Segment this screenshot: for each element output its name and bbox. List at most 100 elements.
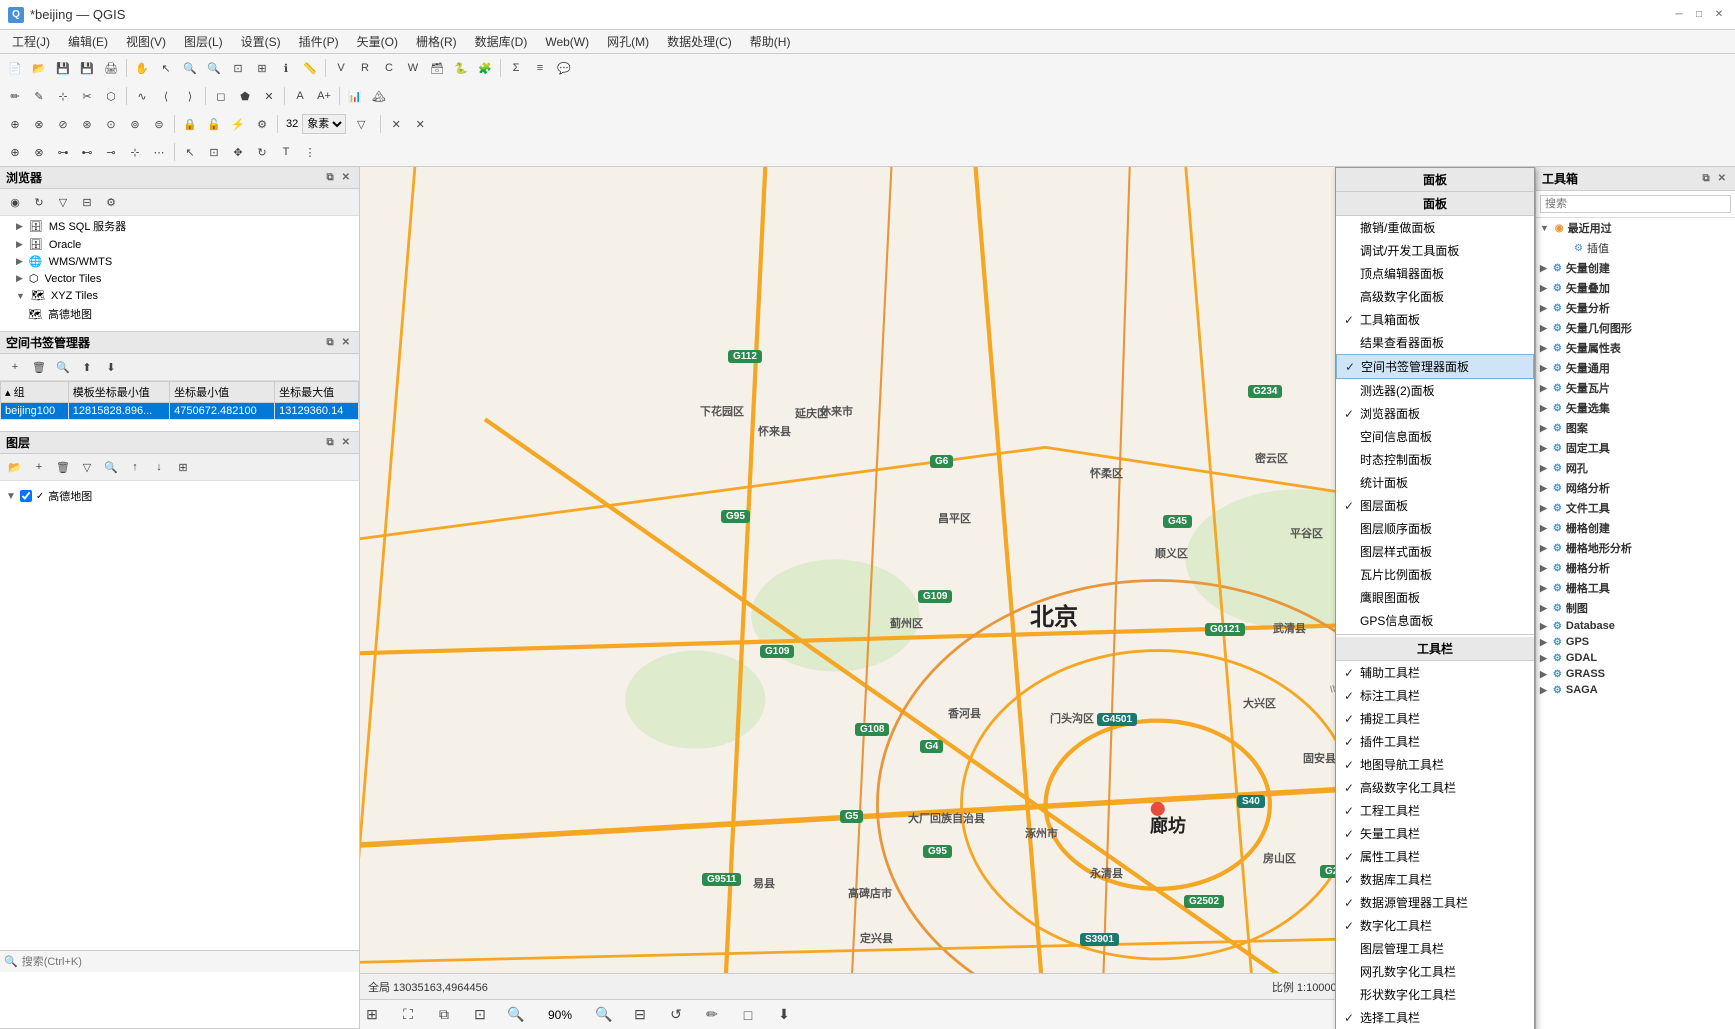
plugin-manager-btn[interactable]: 🧩	[474, 57, 496, 79]
r3-btn6[interactable]: ⊚	[124, 113, 146, 135]
toolbox-section-database[interactable]: ▶ ⚙ Database	[1536, 618, 1735, 634]
bottom-fullscreen-btn[interactable]: ⛶	[396, 1003, 420, 1027]
toolbox-section-vec-general[interactable]: ▶ ⚙ 矢量通用	[1536, 358, 1735, 378]
toolbox-child-interpolation[interactable]: ⚙ 插值	[1536, 238, 1735, 258]
toolbar-menu-item-11[interactable]: 数字化工具栏	[1336, 914, 1534, 937]
browser-panel-undock[interactable]: ⧉	[323, 171, 336, 184]
toolbar-menu-item-10[interactable]: 数据源管理器工具栏	[1336, 891, 1534, 914]
browser-item-wmswmts[interactable]: ▶ 🌐 WMS/WMTS	[0, 253, 359, 270]
r3-btn5[interactable]: ⊙	[100, 113, 122, 135]
adv-digit-btn3[interactable]: ⟩	[179, 85, 201, 107]
toolbox-section-gps[interactable]: ▶ ⚙ GPS	[1536, 634, 1735, 650]
panel-menu-item-1[interactable]: 调试/开发工具面板	[1336, 239, 1534, 262]
left-search-input[interactable]	[22, 956, 355, 968]
layers-search-btn[interactable]: 🔍	[100, 456, 122, 478]
browser-item-vectortiles[interactable]: ▶ ⬡ Vector Tiles	[0, 270, 359, 287]
select-btn[interactable]: ↖	[155, 57, 177, 79]
browser-collapse-btn[interactable]: ⊟	[76, 191, 98, 213]
panel-menu-item-12[interactable]: 图层面板	[1336, 494, 1534, 517]
menu-web[interactable]: Web(W)	[537, 33, 597, 51]
menu-database[interactable]: 数据库(D)	[467, 31, 536, 52]
toolbar-menu-item-0[interactable]: 辅助工具栏	[1336, 661, 1534, 684]
menu-help[interactable]: 帮助(H)	[742, 31, 799, 52]
add-wms-btn[interactable]: W	[402, 57, 424, 79]
digitize-btn4[interactable]: ✂	[76, 85, 98, 107]
menu-view[interactable]: 视图(V)	[118, 31, 174, 52]
measure-btn[interactable]: 📏	[299, 57, 321, 79]
bm-add-btn[interactable]: +	[4, 356, 26, 378]
bm-row-beijing100[interactable]: beijing100 12815828.896... 4750672.48210…	[1, 403, 359, 420]
toolbox-close-btn[interactable]: ✕	[1715, 172, 1729, 185]
r3-btn11[interactable]: ⚙	[251, 113, 273, 135]
bottom-zoom-out-btn[interactable]: 🔍	[504, 1003, 528, 1027]
layers-open-btn[interactable]: 📂	[4, 456, 26, 478]
label-btn2[interactable]: A+	[313, 85, 335, 107]
print-btn[interactable]: 🖨	[100, 57, 122, 79]
pan-btn[interactable]: ✋	[131, 57, 153, 79]
r3-btn4[interactable]: ⊛	[76, 113, 98, 135]
add-raster-btn[interactable]: R	[354, 57, 376, 79]
panel-menu-item-8[interactable]: 浏览器面板	[1336, 402, 1534, 425]
zoom-extent-btn[interactable]: ⊡	[227, 57, 249, 79]
panel-menu-item-17[interactable]: GPS信息面板	[1336, 609, 1534, 632]
toolbox-section-raster-terrain[interactable]: ▶ ⚙ 栅格地形分析	[1536, 538, 1735, 558]
toolbar-menu-item-13[interactable]: 网孔数字化工具栏	[1336, 960, 1534, 983]
digitize-btn3[interactable]: ⊹	[52, 85, 74, 107]
toolbox-undock-btn[interactable]: ⧉	[1699, 172, 1712, 185]
browser-panel-close[interactable]: ✕	[339, 171, 353, 184]
toolbox-section-vec-select[interactable]: ▶ ⚙ 矢量选集	[1536, 398, 1735, 418]
save-as-btn[interactable]: 💾	[76, 57, 98, 79]
scale-select[interactable]: 象素	[302, 114, 346, 134]
r4-rotate[interactable]: ↻	[251, 141, 273, 163]
layers-filter-btn[interactable]: ▽	[76, 456, 98, 478]
panel-menu-item-6[interactable]: 空间书签管理器面板	[1336, 354, 1534, 379]
bottom-download-btn[interactable]: ⬇	[772, 1003, 796, 1027]
comment-btn[interactable]: 💬	[553, 57, 575, 79]
bottom-grid-btn[interactable]: ⊞	[360, 1003, 384, 1027]
bottom-box-btn[interactable]: □	[736, 1003, 760, 1027]
toolbar-menu-item-3[interactable]: 插件工具栏	[1336, 730, 1534, 753]
r4-btn3[interactable]: ⊶	[52, 141, 74, 163]
bottom-crop-btn[interactable]: ⊡	[468, 1003, 492, 1027]
r4-btn7[interactable]: ⋯	[148, 141, 170, 163]
save-btn[interactable]: 💾	[52, 57, 74, 79]
zoom-in-btn[interactable]: 🔍	[179, 57, 201, 79]
toolbox-section-pattern[interactable]: ▶ ⚙ 图案	[1536, 418, 1735, 438]
panel-menu-item-9[interactable]: 空间信息面板	[1336, 425, 1534, 448]
toolbox-section-vec-overlay[interactable]: ▶ ⚙ 矢量叠加	[1536, 278, 1735, 298]
toolbar-menu-item-4[interactable]: 地图导航工具栏	[1336, 753, 1534, 776]
toolbox-section-raster-analysis[interactable]: ▶ ⚙ 栅格分析	[1536, 558, 1735, 578]
panel-menu-item-10[interactable]: 时态控制面板	[1336, 448, 1534, 471]
browser-item-mssql[interactable]: ▶ 🗄 MS SQL 服务器	[0, 216, 359, 236]
r4-text[interactable]: T	[275, 141, 297, 163]
toolbar-menu-item-5[interactable]: 高级数字化工具栏	[1336, 776, 1534, 799]
bm-zoom-btn[interactable]: 🔍	[52, 356, 74, 378]
layers-delete-btn[interactable]: 🗑	[52, 456, 74, 478]
r4-extra[interactable]: ⋮	[299, 141, 321, 163]
stat-btn1[interactable]: 📊	[344, 85, 366, 107]
restore-button[interactable]: □	[1691, 7, 1707, 23]
filter-btn[interactable]: ▽	[350, 113, 372, 135]
toolbar-menu-item-9[interactable]: 数据库工具栏	[1336, 868, 1534, 891]
r4-btn4[interactable]: ⊷	[76, 141, 98, 163]
bm-export-btn[interactable]: ⬆	[76, 356, 98, 378]
toolbox-section-raster-tool[interactable]: ▶ ⚙ 栅格工具	[1536, 578, 1735, 598]
select-feat-btn[interactable]: ◻	[210, 85, 232, 107]
r4-select1[interactable]: ↖	[179, 141, 201, 163]
toolbox-section-vec-tile[interactable]: ▶ ⚙ 矢量瓦片	[1536, 378, 1735, 398]
toolbar-menu-item-14[interactable]: 形状数字化工具栏	[1336, 983, 1534, 1006]
snap2-btn[interactable]: ✕	[409, 113, 431, 135]
panel-menu-item-3[interactable]: 高级数字化面板	[1336, 285, 1534, 308]
open-project-btn[interactable]: 📂	[28, 57, 50, 79]
layer-item-gaodemap[interactable]: ▼ ✓ 高德地图	[2, 485, 357, 507]
toolbox-section-vec-attr[interactable]: ▶ ⚙ 矢量属性表	[1536, 338, 1735, 358]
panel-menu-item-4[interactable]: 工具箱面板	[1336, 308, 1534, 331]
r4-btn5[interactable]: ⊸	[100, 141, 122, 163]
bookmarks-panel-close[interactable]: ✕	[339, 336, 353, 349]
sum-btn[interactable]: Σ	[505, 57, 527, 79]
toolbox-section-grass[interactable]: ▶ ⚙ GRASS	[1536, 666, 1735, 682]
panel-menu-item-13[interactable]: 图层顺序面板	[1336, 517, 1534, 540]
r3-btn1[interactable]: ⊕	[4, 113, 26, 135]
layers-down-btn[interactable]: ↓	[148, 456, 170, 478]
stat-btn2[interactable]: 🏔	[368, 85, 390, 107]
